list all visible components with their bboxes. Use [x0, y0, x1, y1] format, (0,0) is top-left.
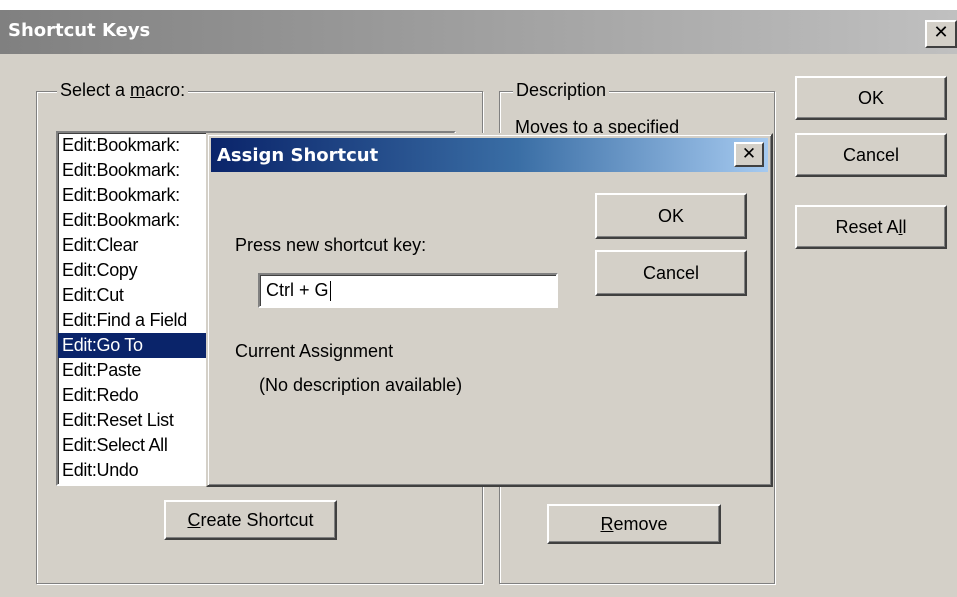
assign-ok-label: OK [657, 205, 684, 226]
close-icon[interactable]: ✕ [734, 142, 764, 167]
shortcut-keys-title: Shortcut Keys [8, 20, 151, 41]
shortcut-prompt: Press new shortcut key: [235, 235, 427, 255]
reset-all-prefix: Reset A [835, 216, 899, 237]
macro-label-suffix: acro: [145, 80, 186, 100]
assign-shortcut-dialog: Assign Shortcut ✕ Press new shortcut key… [206, 133, 773, 487]
ok-button[interactable]: OK [795, 76, 947, 120]
create-shortcut-label: reate Shortcut [200, 509, 314, 530]
assign-shortcut-title: Assign Shortcut [217, 145, 379, 166]
shortcut-keys-titlebar[interactable]: Shortcut Keys ✕ [0, 10, 957, 54]
macro-label-accesskey: m [130, 80, 146, 100]
shortcut-key-input[interactable]: Ctrl + G [258, 273, 558, 308]
close-glyph: ✕ [741, 144, 757, 164]
description-group-label: Description [513, 80, 610, 101]
reset-all-suffix: l [902, 216, 907, 237]
current-assignment-label: Current Assignment [235, 341, 394, 361]
create-shortcut-accesskey: C [187, 509, 201, 530]
close-glyph: ✕ [933, 22, 949, 43]
remove-label: emove [613, 513, 668, 534]
shortcut-key-value: Ctrl + G [266, 280, 329, 300]
ok-label: OK [857, 87, 884, 108]
reset-all-button[interactable]: Reset All [795, 205, 947, 249]
cancel-label: Cancel [842, 144, 900, 165]
remove-button[interactable]: Remove [547, 504, 721, 544]
current-assignment-value: (No description available) [259, 375, 463, 395]
assign-cancel-label: Cancel [642, 262, 700, 283]
assign-shortcut-titlebar[interactable]: Assign Shortcut ✕ [211, 138, 768, 172]
text-caret [329, 281, 331, 302]
cancel-button[interactable]: Cancel [795, 133, 947, 177]
assign-cancel-button[interactable]: Cancel [595, 250, 747, 296]
close-icon[interactable]: ✕ [925, 20, 957, 48]
macro-label-prefix: Select a [60, 80, 131, 100]
remove-accesskey: R [600, 513, 614, 534]
macro-group-label: Select a macro: [57, 80, 189, 101]
create-shortcut-button[interactable]: Create Shortcut [164, 500, 337, 540]
assign-ok-button[interactable]: OK [595, 193, 747, 239]
